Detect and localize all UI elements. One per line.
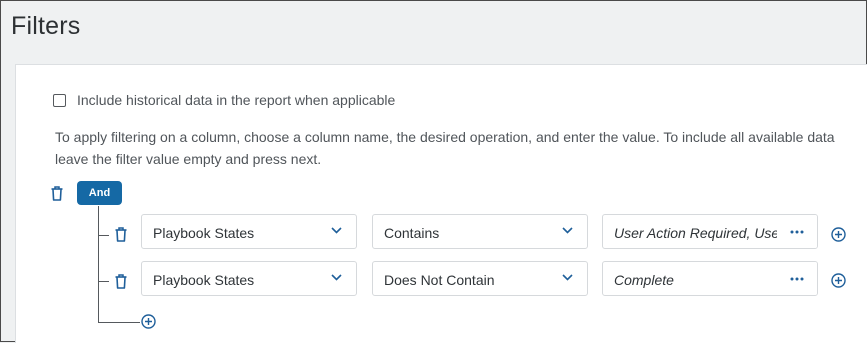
operation-select[interactable]: Contains: [372, 214, 588, 249]
historical-data-label: Include historical data in the report wh…: [77, 92, 396, 108]
more-options-button[interactable]: [777, 215, 817, 248]
add-condition-icon[interactable]: [141, 314, 156, 329]
condition-trash-icon[interactable]: [115, 274, 127, 289]
column-select-value: Playbook States: [153, 272, 255, 288]
historical-data-checkbox[interactable]: [53, 94, 66, 107]
chevron-down-icon: [562, 227, 573, 234]
tree-branch-line: [98, 281, 109, 282]
tree-vertical-line: [98, 206, 99, 323]
filter-value-field[interactable]: Complete: [602, 261, 818, 296]
add-condition-after-icon[interactable]: [831, 227, 846, 242]
column-select[interactable]: Playbook States: [141, 214, 357, 249]
filter-instructions: To apply filtering on a column, choose a…: [55, 129, 835, 167]
ellipsis-icon: [790, 277, 804, 281]
condition-trash-icon[interactable]: [115, 227, 127, 242]
tree-branch-line: [98, 235, 109, 236]
page-title: Filters: [11, 12, 81, 40]
tree-branch-line: [98, 322, 140, 323]
more-options-button[interactable]: [777, 262, 817, 295]
chevron-down-icon: [331, 227, 342, 234]
chevron-down-icon: [562, 274, 573, 281]
column-select-value: Playbook States: [153, 225, 255, 241]
chevron-down-icon: [331, 274, 342, 281]
operation-select-value: Does Not Contain: [384, 272, 495, 288]
group-trash-icon[interactable]: [51, 186, 63, 201]
operation-select[interactable]: Does Not Contain: [372, 261, 588, 296]
add-condition-after-icon[interactable]: [831, 273, 846, 288]
and-operator-button[interactable]: And: [77, 181, 122, 205]
column-select[interactable]: Playbook States: [141, 261, 357, 296]
operation-select-value: Contains: [384, 225, 440, 241]
filter-value-text: Complete: [614, 272, 674, 288]
filter-value-field[interactable]: User Action Required, User Action Requir…: [602, 214, 818, 249]
ellipsis-icon: [790, 230, 804, 234]
